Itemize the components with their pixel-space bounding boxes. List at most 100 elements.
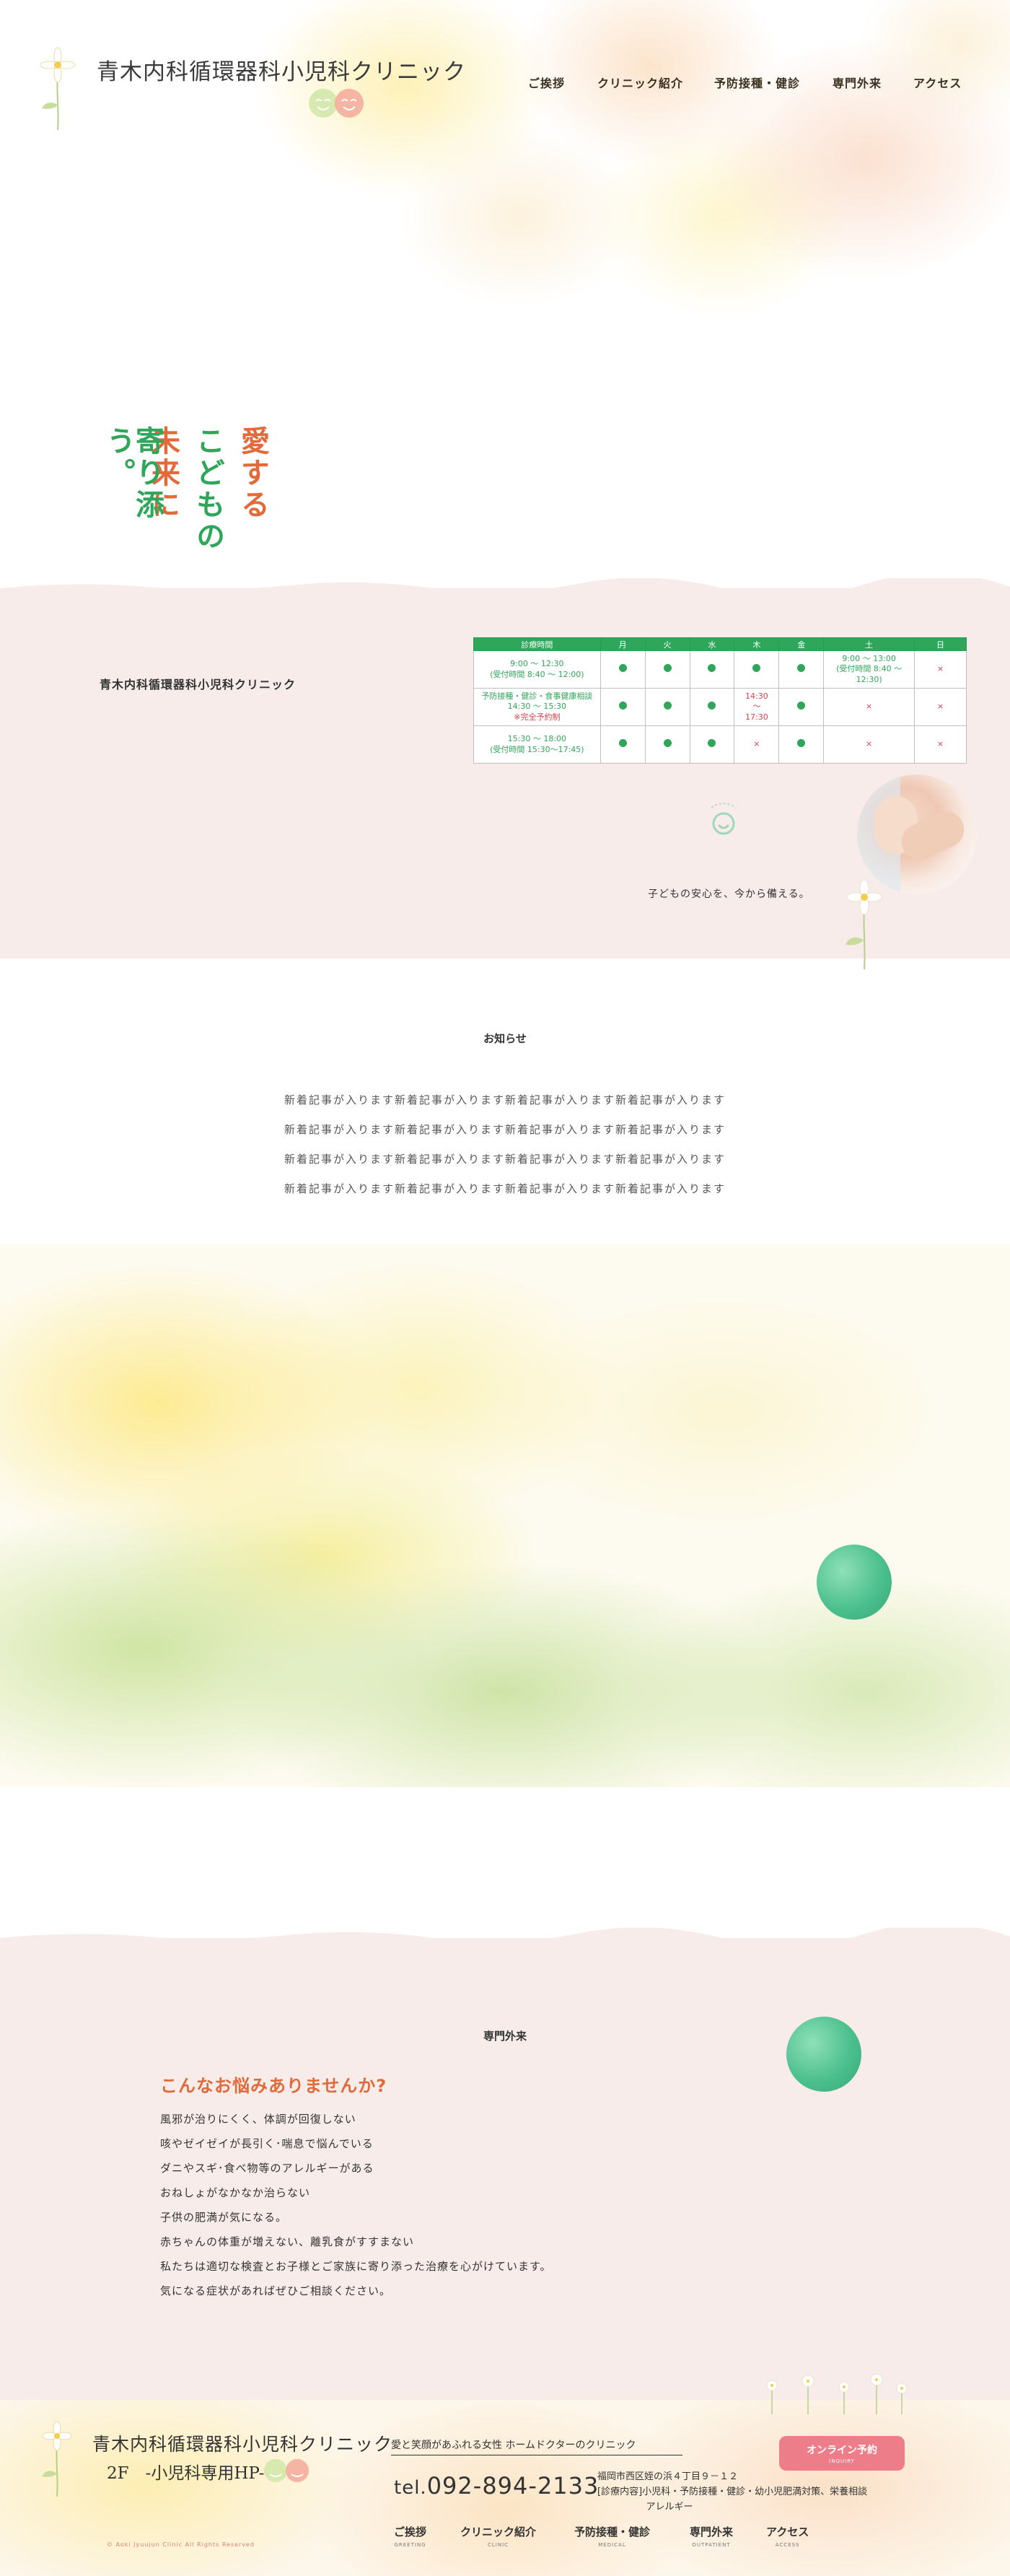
schedule-row-morning: 9:00 ～ 12:30 (受付時間 8:40 ～ 12:00) 9:00 ～ … [473, 650, 967, 689]
concern-list: 風邪が治りにくく、体調が回復しない 咳やゼイゼイが長引く･喘息で悩んでいる ダニ… [160, 2111, 552, 2308]
flower-logo-icon [40, 47, 76, 130]
nav-vaccination[interactable]: 予防接種・健診 [714, 74, 800, 91]
schedule-header-row: 診療時間 月 火 水 木 金 土 日 [473, 637, 967, 651]
news-item[interactable]: 新着記事が入ります新着記事が入ります新着記事が入ります新着記事が入ります [0, 1092, 1010, 1122]
footer-subtitle: 2F -小児科専用HP- [107, 2464, 265, 2483]
flowers-decoration-icon [766, 2373, 908, 2414]
open-dot-icon [752, 663, 761, 672]
time-cell: 15:30 ～ 18:00 (受付時間 15:30～17:45) [473, 725, 601, 764]
concern-item: 子供の肥満が気になる。 [160, 2211, 288, 2224]
nav-greeting[interactable]: ご挨拶 [528, 74, 565, 91]
hours-section: 青木内科循環器科小児科クリニック 診療時間 月 火 水 木 金 土 日 9:00… [0, 578, 1010, 969]
closed-mark: × [753, 739, 760, 749]
tel-prefix: tel. [394, 2477, 427, 2499]
footer-nav-vaccination[interactable]: 予防接種・健診 MEDICAL [574, 2524, 650, 2548]
concern-item: 赤ちゃんの体重が増えない、離乳食がすすまない [160, 2235, 415, 2248]
hours-caption: 子どもの安心を、今から備える。 [648, 888, 810, 900]
concern-item: 咳やゼイゼイが長引く･喘息で悩んでいる [160, 2137, 374, 2150]
clinic-logo-title[interactable]: 青木内科循環器科小児科クリニック [97, 53, 466, 86]
smile-faces-icon [264, 2459, 309, 2482]
day-cell [689, 688, 735, 726]
footer-nav-label: 専門外来 [690, 2525, 734, 2538]
day-cell [644, 650, 690, 689]
th-sun: 日 [914, 637, 967, 651]
concern-item: 気になる症状があればぜひご相談ください。 [160, 2284, 392, 2297]
time-sub: 14:30 ～ 15:30 [507, 702, 567, 712]
thu-mid: ～ [752, 702, 761, 712]
day-cell [689, 725, 735, 764]
specialty-section: 専門外来 こんなお悩みありませんか? 風邪が治りにくく、体調が回復しない 咳やゼ… [0, 1928, 1010, 2400]
green-ball-decoration [817, 1545, 892, 1620]
footer-tagline: 愛と笑顔があふれる女性 ホームドクターのクリニック [391, 2437, 682, 2455]
sat-time: 9:00 ～ 13:00 [842, 654, 896, 664]
green-ball-decoration [786, 2017, 861, 2092]
footer-nav-sublabel: CLINIC [487, 2542, 509, 2548]
concern-item: おねしょがなかなか治らない [160, 2186, 311, 2199]
open-dot-icon [663, 738, 672, 747]
nav-specialty[interactable]: 専門外来 [833, 74, 882, 91]
footer-nav-sublabel: MEDICAL [598, 2542, 626, 2548]
day-cell [600, 688, 646, 726]
footer-address: 福岡市西区姪の浜４丁目９－１２ [診療内容]小児科・予防接種・健診・幼小児肥満対… [597, 2469, 900, 2515]
tagline-line-1: 愛する [236, 426, 269, 521]
time-cell: 9:00 ～ 12:30 (受付時間 8:40 ～ 12:00) [473, 650, 601, 689]
reservation-note: ※完全予約制 [514, 712, 561, 722]
news-item[interactable]: 新着記事が入ります新着記事が入ります新着記事が入ります新着記事が入ります [0, 1151, 1010, 1181]
closed-mark: × [936, 739, 944, 749]
sat-cell: × [823, 688, 915, 726]
open-dot-icon [663, 701, 672, 710]
news-item[interactable]: 新着記事が入ります新着記事が入ります新着記事が入ります新着記事が入ります [0, 1122, 1010, 1151]
footer-nav-greeting[interactable]: ご挨拶 GREETING [394, 2524, 426, 2548]
sun-cell: × [914, 725, 967, 764]
online-reservation-button[interactable]: オンライン予約 INQUIRY [779, 2436, 905, 2471]
wave-divider [0, 1928, 1010, 1950]
thu-cell: 14:30 ～ 17:30 [734, 688, 780, 726]
footer-clinic-name[interactable]: 青木内科循環器科小児科クリニック [92, 2430, 392, 2456]
news-item[interactable]: 新着記事が入ります新着記事が入ります新着記事が入ります新着記事が入ります [0, 1181, 1010, 1210]
open-dot-icon [663, 663, 672, 672]
time-sub: (受付時間 8:40 ～ 12:00) [490, 669, 584, 679]
concern-item: 私たちは適切な検査とお子様とご家族に寄り添った治療を心がけています。 [160, 2260, 552, 2273]
closed-mark: × [866, 739, 873, 749]
footer-nav-access[interactable]: アクセス ACCESS [766, 2524, 809, 2548]
phone-number[interactable]: tel.092-894-2133 [394, 2472, 599, 2499]
smile-faces-icon [309, 89, 364, 118]
footer-nav-clinic[interactable]: クリニック紹介 CLINIC [460, 2524, 536, 2548]
day-cell [778, 688, 825, 726]
open-dot-icon [618, 663, 627, 672]
footer-nav-label: 予防接種・健診 [574, 2525, 651, 2538]
news-list: 新着記事が入ります新着記事が入ります新着記事が入ります新着記事が入ります 新着記… [0, 1092, 1010, 1210]
footer-nav-label: ご挨拶 [394, 2525, 427, 2538]
flower-icon [846, 879, 882, 969]
th-fri: 金 [778, 637, 825, 651]
concern-item: 風邪が治りにくく、体調が回復しない [160, 2113, 356, 2126]
th-mon: 月 [600, 637, 646, 651]
footer-nav-specialty[interactable]: 専門外来 OUTPATIENT [690, 2524, 733, 2548]
services-line-2: アレルギー [646, 2502, 693, 2512]
open-dot-icon [618, 738, 627, 747]
footer-nav-sublabel: GREETING [394, 2542, 426, 2548]
thu-start: 14:30 [745, 691, 768, 702]
sat-time-sub: (受付時間 8:40 ～ 12:30) [836, 664, 903, 684]
time-main: 予防接種・健診・食事健康相談 [481, 691, 593, 702]
copyright: © Aoki Jyuujun Clinic All Rights Reserve… [107, 2541, 255, 2548]
day-cell [734, 650, 780, 689]
nav-clinic[interactable]: クリニック紹介 [597, 74, 683, 91]
open-dot-icon [797, 663, 806, 672]
day-cell [778, 650, 825, 689]
day-cell [600, 725, 646, 764]
wave-divider [0, 578, 1010, 600]
tagline-line-4: 寄り添う。 [102, 426, 164, 521]
time-cell: 予防接種・健診・食事健康相談 14:30 ～ 15:30 ※完全予約制 [473, 688, 601, 726]
nav-access[interactable]: アクセス [913, 74, 962, 91]
open-dot-icon [797, 701, 806, 710]
reserve-label: オンライン予約 [807, 2445, 877, 2456]
hours-clinic-name: 青木内科循環器科小児科クリニック [100, 678, 297, 691]
reserve-sublabel: INQUIRY [829, 2458, 855, 2464]
th-tue: 火 [644, 637, 690, 651]
vertical-tagline: 愛する こどもの 未来に 寄り添う。 [101, 426, 274, 570]
address-line: 福岡市西区姪の浜４丁目９－１２ [597, 2471, 739, 2482]
open-dot-icon [618, 701, 627, 710]
flower-logo-icon [42, 2421, 72, 2497]
hero-header: 青木内科循環器科小児科クリニック ご挨拶 クリニック紹介 予防接種・健診 専門外… [0, 0, 1010, 346]
